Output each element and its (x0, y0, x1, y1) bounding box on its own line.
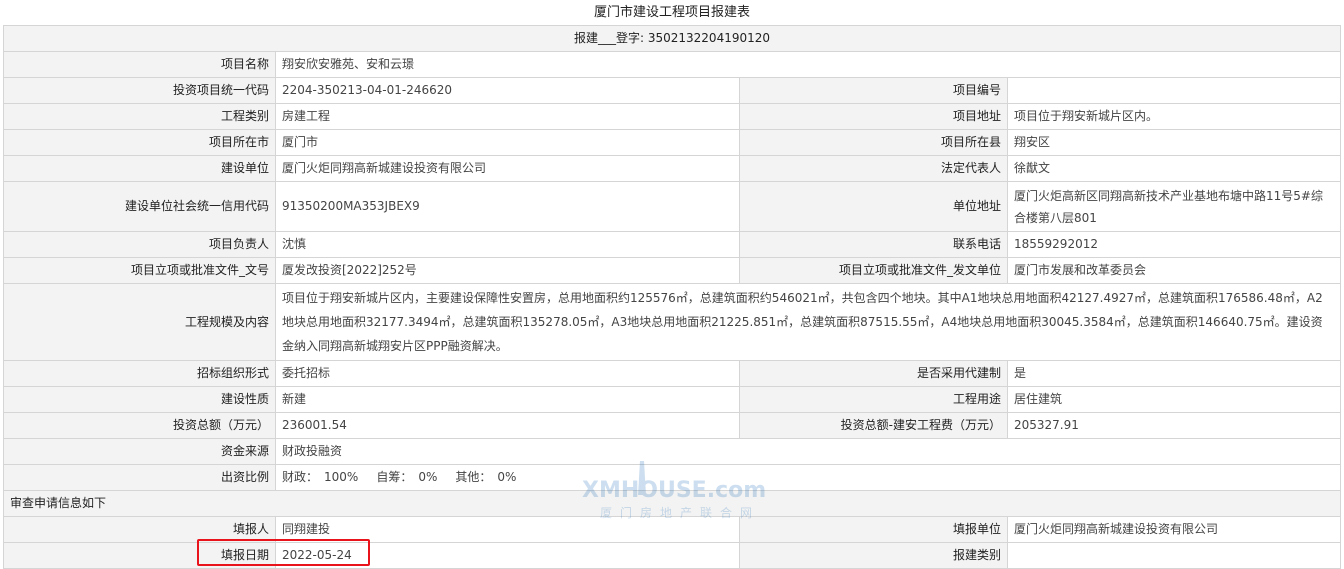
report-type-label: 报建类别 (739, 542, 1008, 569)
builder-label: 建设单位 (3, 155, 276, 182)
self-label: 自筹： (376, 470, 413, 484)
review-section-heading: 审查申请信息如下 (2, 490, 1342, 517)
table-row: 出资比例 财政： 100% 自筹： 0% 其他： 0% (3, 464, 1342, 491)
legal-rep-label: 法定代表人 (739, 155, 1008, 182)
register-number: 报建___登字: 3502132204190120 (2, 25, 1342, 52)
filler-value: 同翔建投 (275, 516, 740, 543)
table-row: 项目所在市 厦门市 项目所在县 翔安区 (3, 129, 1342, 156)
bid-form-label: 招标组织形式 (3, 360, 276, 387)
nature-label: 建设性质 (3, 386, 276, 413)
build-cost-label: 投资总额-建安工程费（万元） (739, 412, 1008, 439)
project-no-value (1006, 77, 1342, 104)
table-row: 项目名称 翔安欣安雅苑、安和云璟 (3, 51, 1342, 78)
phone-label: 联系电话 (739, 231, 1008, 258)
approval-doc-value: 厦发改投资[2022]252号 (275, 257, 740, 284)
unit-address-value: 厦门火炬高新区同翔高新技术产业基地布塘中路11号5#综合楼第八层801 (1006, 181, 1342, 232)
credit-code-value: 91350200MA353JBEX9 (275, 181, 740, 232)
fund-source-label: 资金来源 (3, 438, 276, 465)
table-row: 投资项目统一代码 2204-350213-04-01-246620 项目编号 (3, 77, 1342, 104)
project-name-label: 项目名称 (3, 51, 276, 78)
scale-label: 工程规模及内容 (3, 283, 276, 361)
city-label: 项目所在市 (3, 129, 276, 156)
approval-unit-label: 项目立项或批准文件_发文单位 (739, 257, 1008, 284)
fund-source-value: 财政投融资 (274, 438, 1342, 465)
nature-value: 新建 (275, 386, 740, 413)
invest-code-label: 投资项目统一代码 (3, 77, 276, 104)
category-label: 工程类别 (3, 103, 276, 130)
table-row: 建设性质 新建 工程用途 居住建筑 (3, 386, 1342, 413)
ratio-value: 财政： 100% 自筹： 0% 其他： 0% (274, 464, 1342, 491)
table-row: 填报日期 2022-05-24 报建类别 (3, 542, 1342, 569)
project-name-value: 翔安欣安雅苑、安和云璟 (274, 51, 1342, 78)
scale-value: 项目位于翔安新城片区内，主要建设保障性安置房，总用地面积约125576㎡，总建筑… (274, 283, 1342, 361)
agent-system-value: 是 (1006, 360, 1342, 387)
table-row: 项目负责人 沈慎 联系电话 18559292012 (3, 231, 1342, 258)
table-row: 工程类别 房建工程 项目地址 项目位于翔安新城片区内。 (3, 103, 1342, 130)
self-value: 0% (418, 470, 438, 484)
total-invest-label: 投资总额（万元） (3, 412, 276, 439)
table-row: 工程规模及内容 项目位于翔安新城片区内，主要建设保障性安置房，总用地面积约125… (3, 283, 1342, 361)
fill-date-value: 2022-05-24 (275, 542, 740, 569)
section-row: 审查申请信息如下 (2, 490, 1342, 517)
approval-unit-value: 厦门市发展和改革委员会 (1006, 257, 1342, 284)
ratio-label: 出资比例 (3, 464, 276, 491)
leader-value: 沈慎 (275, 231, 740, 258)
builder-value: 厦门火炬同翔高新城建设投资有限公司 (275, 155, 740, 182)
leader-label: 项目负责人 (3, 231, 276, 258)
fiscal-label: 财政： (282, 470, 319, 484)
bid-form-value: 委托招标 (275, 360, 740, 387)
fiscal-value: 100% (324, 470, 359, 484)
other-label: 其他： (455, 470, 492, 484)
table-row: 建设单位社会统一信用代码 91350200MA353JBEX9 单位地址 厦门火… (3, 181, 1342, 232)
city-value: 厦门市 (275, 129, 740, 156)
county-value: 翔安区 (1006, 129, 1342, 156)
usage-value: 居住建筑 (1006, 386, 1342, 413)
table-row: 项目立项或批准文件_文号 厦发改投资[2022]252号 项目立项或批准文件_发… (3, 257, 1342, 284)
filler-label: 填报人 (3, 516, 276, 543)
total-invest-value: 236001.54 (275, 412, 740, 439)
fill-date-label: 填报日期 (3, 542, 276, 569)
usage-label: 工程用途 (739, 386, 1008, 413)
table-row: 投资总额（万元） 236001.54 投资总额-建安工程费（万元） 205327… (3, 412, 1342, 439)
legal-rep-value: 徐猷文 (1006, 155, 1342, 182)
address-value: 项目位于翔安新城片区内。 (1006, 103, 1342, 130)
credit-code-label: 建设单位社会统一信用代码 (3, 181, 276, 232)
address-label: 项目地址 (739, 103, 1008, 130)
filler-unit-label: 填报单位 (739, 516, 1008, 543)
table-row: 建设单位 厦门火炬同翔高新城建设投资有限公司 法定代表人 徐猷文 (3, 155, 1342, 182)
invest-code-value: 2204-350213-04-01-246620 (275, 77, 740, 104)
county-label: 项目所在县 (739, 129, 1008, 156)
table-row: 招标组织形式 委托招标 是否采用代建制 是 (3, 360, 1342, 387)
page-title: 厦门市建设工程项目报建表 (593, 5, 750, 20)
filler-unit-value: 厦门火炬同翔高新城建设投资有限公司 (1006, 516, 1342, 543)
table-row: 填报人 同翔建投 填报单位 厦门火炬同翔高新城建设投资有限公司 (3, 516, 1342, 543)
report-table: 报建___登字: 3502132204190120 项目名称 翔安欣安雅苑、安和… (2, 25, 1342, 569)
other-value: 0% (497, 470, 517, 484)
project-no-label: 项目编号 (739, 77, 1008, 104)
register-row: 报建___登字: 3502132204190120 (2, 25, 1342, 52)
table-row: 资金来源 财政投融资 (3, 438, 1342, 465)
report-type-value (1006, 542, 1342, 569)
unit-address-label: 单位地址 (739, 181, 1008, 232)
phone-value: 18559292012 (1006, 231, 1342, 258)
approval-doc-label: 项目立项或批准文件_文号 (3, 257, 276, 284)
agent-system-label: 是否采用代建制 (739, 360, 1008, 387)
build-cost-value: 205327.91 (1006, 412, 1342, 439)
category-value: 房建工程 (275, 103, 740, 130)
